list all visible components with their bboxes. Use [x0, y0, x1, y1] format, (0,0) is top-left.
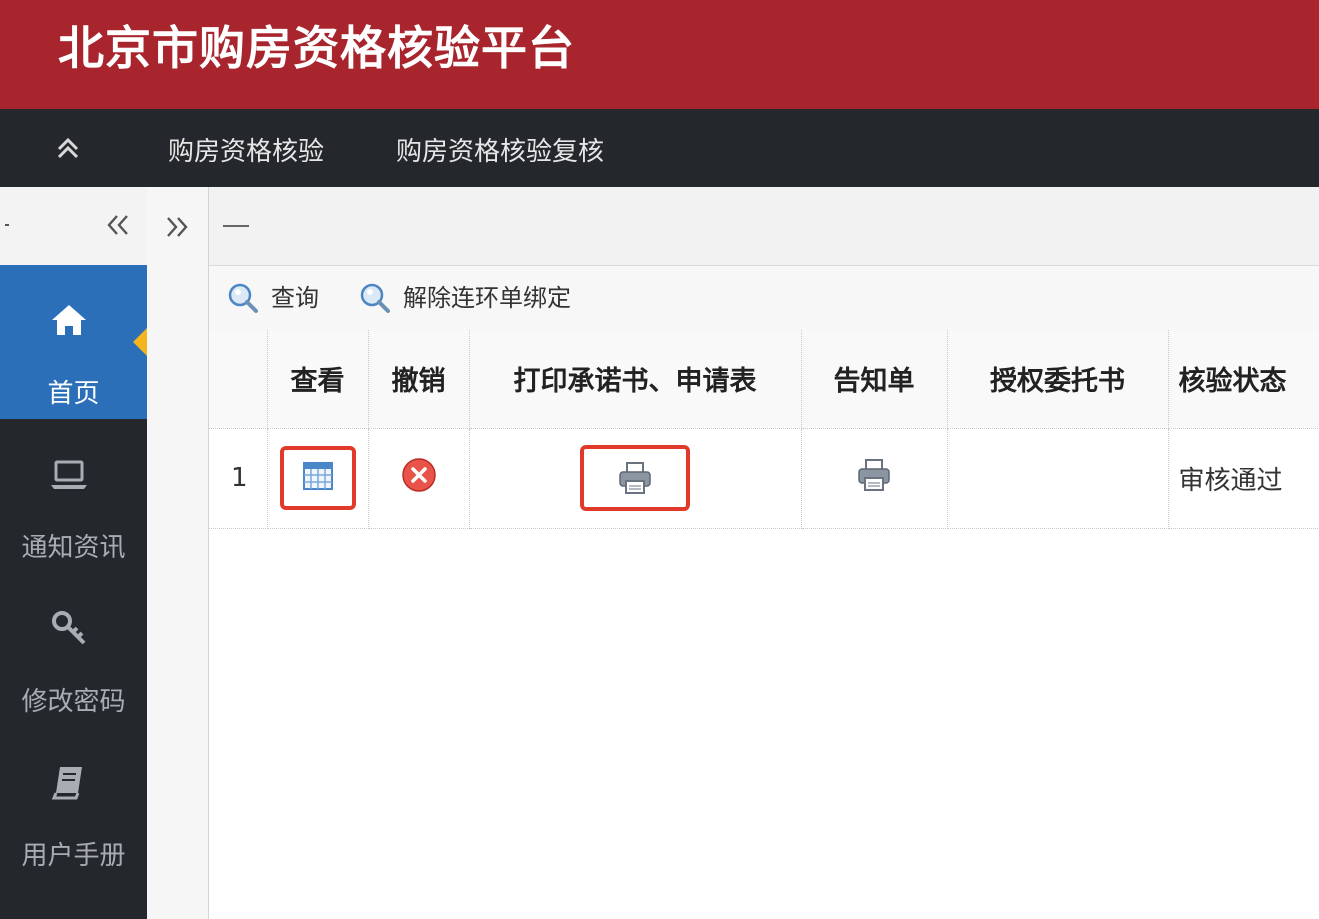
column-header-status: 核验状态 [1168, 330, 1319, 429]
table-view-icon[interactable] [302, 460, 334, 499]
highlight-box [580, 445, 690, 511]
authorization-cell [947, 428, 1169, 529]
unbind-chain-order-button[interactable]: 解除连环单绑定 [359, 282, 599, 314]
title-bar: 北京市购房资格核验平台 [0, 0, 1319, 109]
main-content: 查询 解除连环单绑定 查看 撤销 打印承诺书、申请表 告知单 授权委托书 核验状… [209, 187, 1319, 919]
sidebar-item-label: 修改密码 [21, 687, 126, 717]
panel-splitter [147, 187, 209, 919]
table-row: 1 审核通过 [209, 428, 1319, 529]
status-cell: 审核通过 [1168, 428, 1319, 529]
sidebar-item-home[interactable]: 首页 [0, 265, 147, 419]
key-icon [48, 607, 90, 649]
toolbar: 查询 解除连环单绑定 [209, 266, 1319, 331]
query-button-label: 查询 [271, 284, 319, 312]
nav-item-qualification-recheck[interactable]: 购房资格核验复核 [396, 131, 604, 168]
column-header-print-forms: 打印承诺书、申请表 [469, 330, 802, 429]
printer-icon[interactable] [617, 461, 653, 502]
view-cell [267, 428, 369, 529]
laptop-icon [48, 453, 90, 495]
printer-icon[interactable] [856, 458, 892, 499]
sidebar-item-label: 通知资讯 [21, 533, 126, 563]
sidebar-item-user-manual[interactable]: 用户手册 [0, 727, 147, 881]
column-header-view: 查看 [267, 330, 369, 429]
column-header-cancel: 撤销 [368, 330, 470, 429]
query-button[interactable]: 查询 [227, 282, 327, 314]
home-icon [48, 299, 90, 341]
sidebar-item-label: 首页 [47, 379, 100, 409]
column-header-notice: 告知单 [801, 330, 948, 429]
column-header-rownum [209, 330, 268, 429]
sidebar-header [0, 187, 147, 266]
cancel-x-icon[interactable] [401, 457, 437, 500]
search-icon [227, 282, 259, 314]
double-chevron-right-icon[interactable] [163, 213, 191, 241]
sidebar-item-change-password[interactable]: 修改密码 [0, 573, 147, 727]
top-nav: 购房资格核验 购房资格核验复核 [0, 109, 1319, 187]
sidebar-item-notices[interactable]: 通知资讯 [0, 419, 147, 573]
notice-cell [801, 428, 948, 529]
cancel-cell [368, 428, 470, 529]
tab-strip [209, 187, 1319, 266]
minimize-dash[interactable] [223, 225, 249, 227]
table-header-row: 查看 撤销 打印承诺书、申请表 告知单 授权委托书 核验状态 [209, 330, 1319, 429]
active-item-pointer [133, 328, 147, 356]
book-icon [48, 761, 90, 803]
print-forms-cell [469, 428, 802, 529]
nav-item-qualification-check[interactable]: 购房资格核验 [168, 131, 324, 168]
highlight-box [279, 446, 356, 510]
double-chevron-up-icon[interactable] [50, 131, 86, 165]
sidebar-item-label: 用户手册 [21, 841, 126, 871]
search-icon [359, 282, 391, 314]
app-title: 北京市购房资格核验平台 [58, 21, 575, 75]
sidebar: 首页 通知资讯 修改密码 用户手册 [0, 187, 147, 919]
column-header-authorization: 授权委托书 [947, 330, 1169, 429]
double-chevron-left-icon[interactable] [104, 211, 132, 239]
data-grid: 查看 撤销 打印承诺书、申请表 告知单 授权委托书 核验状态 1 审核通过 [209, 330, 1319, 529]
unbind-chain-order-label: 解除连环单绑定 [403, 284, 571, 312]
row-number: 1 [209, 428, 268, 529]
sidebar-header-dash [5, 224, 9, 226]
